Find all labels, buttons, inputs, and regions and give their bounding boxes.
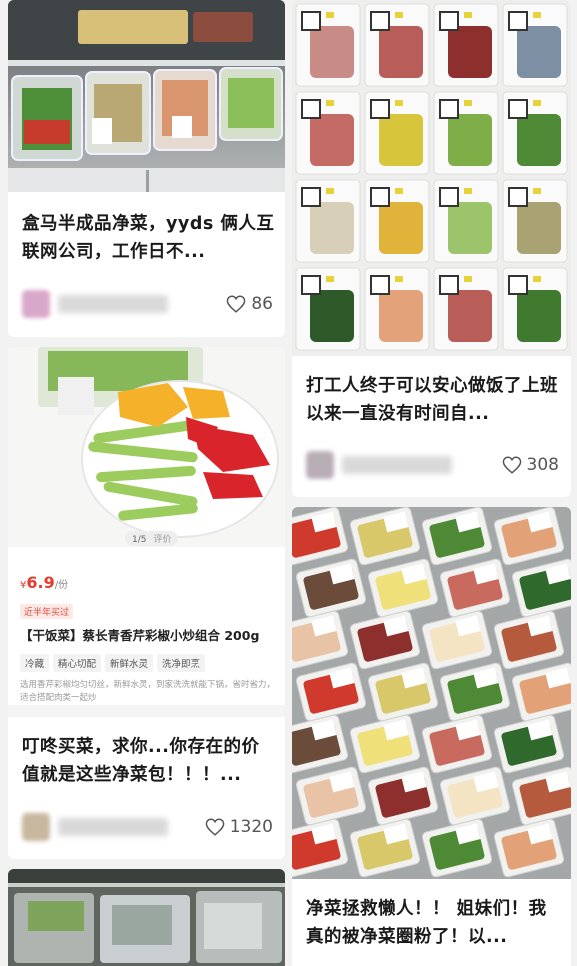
heart-icon xyxy=(205,818,225,836)
avatar[interactable] xyxy=(22,290,50,318)
card-title[interactable]: 净菜拯救懒人！！ 姐妹们！我真的被净菜圈粉了！以... xyxy=(306,895,561,951)
author-name-blurred[interactable] xyxy=(342,456,452,474)
image-pager[interactable]: 1/5 评价 xyxy=(125,531,179,546)
product-tag: 冷藏 xyxy=(20,654,50,672)
author-name-blurred[interactable] xyxy=(58,295,168,313)
pack-contents xyxy=(379,290,423,342)
product-tag: 新鲜水灵 xyxy=(105,654,154,672)
qr-label xyxy=(439,99,459,119)
pack-contents xyxy=(517,26,561,78)
product-tag: 洗净即烹 xyxy=(157,654,206,672)
feed-card[interactable] xyxy=(8,869,285,966)
product-tags: 冷藏 精心切配 新鲜水灵 洗净即烹 xyxy=(20,652,275,672)
qr-label xyxy=(370,99,390,119)
card-title[interactable]: 叮咚买菜，求你...你存在的价值就是这些净菜包！！！... xyxy=(22,733,275,789)
qr-label xyxy=(301,275,321,295)
yellow-tag xyxy=(326,12,334,18)
qr-label xyxy=(439,11,459,31)
like-button[interactable]: 1320 xyxy=(205,817,273,837)
qr-label xyxy=(508,187,528,207)
pack-contents xyxy=(517,202,561,254)
qr-label xyxy=(370,275,390,295)
yellow-tag xyxy=(464,12,472,18)
heart-icon xyxy=(502,456,521,474)
card-meta: 86 xyxy=(22,288,273,320)
card-title[interactable]: 打工人终于可以安心做饭了上班以来一直没有时间自... xyxy=(306,372,561,428)
like-button[interactable]: 86 xyxy=(226,294,273,314)
yellow-tag xyxy=(326,100,334,106)
pack-contents xyxy=(448,26,492,78)
card-photo[interactable] xyxy=(292,507,571,879)
avatar[interactable] xyxy=(306,451,334,479)
author-name-blurred[interactable] xyxy=(58,818,168,836)
pack-contents xyxy=(448,202,492,254)
feed-card[interactable]: 1/5 评价 ¥6.9/份 近半年买过 【干饭菜】蔡长青香芹彩椒小炒组合 200… xyxy=(8,347,285,859)
qr-label xyxy=(439,187,459,207)
like-count: 308 xyxy=(526,455,559,475)
qr-label xyxy=(370,187,390,207)
pack-contents xyxy=(517,290,561,342)
yellow-tag xyxy=(326,188,334,194)
pack-contents xyxy=(310,202,354,254)
product-detail[interactable]: ¥6.9/份 近半年买过 【干饭菜】蔡长青香芹彩椒小炒组合 200g 冷藏 精心切… xyxy=(8,557,285,703)
like-button[interactable]: 308 xyxy=(502,455,559,475)
qr-label xyxy=(508,99,528,119)
product-tag: 精心切配 xyxy=(53,654,102,672)
pack-contents xyxy=(517,114,561,166)
product-name[interactable]: 【干饭菜】蔡长青香芹彩椒小炒组合 200g xyxy=(20,625,275,644)
pack-contents xyxy=(448,290,492,342)
like-count: 86 xyxy=(251,294,273,314)
card-photo[interactable] xyxy=(292,0,571,356)
yellow-tag xyxy=(533,12,541,18)
pack-contents xyxy=(448,114,492,166)
yellow-tag xyxy=(395,188,403,194)
product-description: 选用香芹彩椒均匀切丝，新鲜水灵，到家洗洗就能下锅，省时省力，适合搭配肉类一起炒 xyxy=(20,680,276,703)
pack-contents xyxy=(310,290,354,342)
qr-label xyxy=(439,275,459,295)
qr-label xyxy=(301,11,321,31)
purchase-badge: 近半年买过 xyxy=(20,604,74,619)
feed-card[interactable]: 打工人终于可以安心做饭了上班以来一直没有时间自... 308 xyxy=(292,0,571,497)
card-title[interactable]: 盒马半成品净菜，yyds 俩人互联网公司，工作日不... xyxy=(22,210,275,266)
card-meta: 1320 xyxy=(22,811,273,843)
yellow-tag xyxy=(395,12,403,18)
pack-contents xyxy=(310,114,354,166)
pack-contents xyxy=(310,26,354,78)
yellow-tag xyxy=(464,100,472,106)
yellow-tag xyxy=(326,276,334,282)
yellow-tag xyxy=(464,276,472,282)
pack-contents xyxy=(379,26,423,78)
yellow-tag xyxy=(533,188,541,194)
pack-contents xyxy=(379,202,423,254)
yellow-tag xyxy=(533,276,541,282)
qr-label xyxy=(301,187,321,207)
heart-icon xyxy=(227,295,246,313)
qr-label xyxy=(370,11,390,31)
yellow-tag xyxy=(395,100,403,106)
feed-card[interactable]: 盒马半成品净菜，yyds 俩人互联网公司，工作日不... 86 xyxy=(8,0,285,337)
product-price: ¥6.9/份 xyxy=(20,573,69,592)
card-photo[interactable] xyxy=(8,0,285,192)
yellow-tag xyxy=(464,188,472,194)
qr-label xyxy=(508,11,528,31)
yellow-tag xyxy=(533,100,541,106)
card-photo[interactable] xyxy=(8,347,285,547)
yellow-tag xyxy=(395,276,403,282)
feed-card[interactable]: 净菜拯救懒人！！ 姐妹们！我真的被净菜圈粉了！以... xyxy=(292,507,571,966)
card-meta: 308 xyxy=(306,449,559,481)
divider xyxy=(8,705,285,717)
card-photo[interactable] xyxy=(8,869,285,966)
avatar[interactable] xyxy=(22,813,50,841)
pack-contents xyxy=(379,114,423,166)
qr-label xyxy=(301,99,321,119)
qr-label xyxy=(508,275,528,295)
like-count: 1320 xyxy=(229,817,273,837)
